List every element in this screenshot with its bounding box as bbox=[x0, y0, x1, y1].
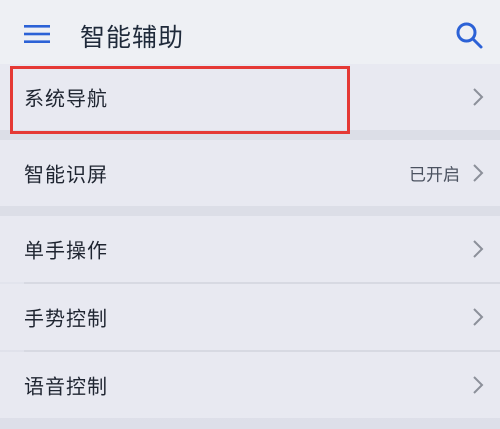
page-title: 智能辅助 bbox=[80, 23, 185, 52]
chevron-right-icon bbox=[473, 376, 484, 394]
section-gap bbox=[0, 206, 500, 216]
list-item-system-navigation[interactable]: 系统导航 bbox=[0, 64, 500, 130]
hamburger-menu-icon[interactable] bbox=[24, 24, 50, 44]
chevron-right-icon bbox=[473, 308, 484, 326]
chevron-right-icon bbox=[473, 164, 484, 182]
search-icon[interactable] bbox=[454, 20, 484, 50]
settings-list: 系统导航 智能识屏 已开启 单手操作 手势控制 语音控制 bbox=[0, 64, 500, 418]
list-item-voice-control[interactable]: 语音控制 bbox=[0, 352, 500, 418]
list-item-label: 手势控制 bbox=[24, 306, 108, 331]
list-item-gesture-control[interactable]: 手势控制 bbox=[0, 284, 500, 350]
list-item-label: 智能识屏 bbox=[24, 162, 108, 187]
top-app-bar: 智能辅助 bbox=[0, 0, 500, 64]
chevron-right-icon bbox=[473, 88, 484, 106]
screen: 智能辅助 系统导航 智能识屏 已开启 单手操作 手势控制 语音控制 bbox=[0, 0, 500, 429]
list-item-label: 语音控制 bbox=[24, 374, 108, 399]
list-item-one-handed-mode[interactable]: 单手操作 bbox=[0, 216, 500, 282]
list-item-label: 单手操作 bbox=[24, 238, 108, 263]
list-item-smart-screen-recognition[interactable]: 智能识屏 已开启 bbox=[0, 140, 500, 206]
section-gap bbox=[0, 130, 500, 140]
chevron-right-icon bbox=[473, 240, 484, 258]
status-value: 已开启 bbox=[409, 165, 460, 186]
list-item-label: 系统导航 bbox=[24, 86, 108, 111]
